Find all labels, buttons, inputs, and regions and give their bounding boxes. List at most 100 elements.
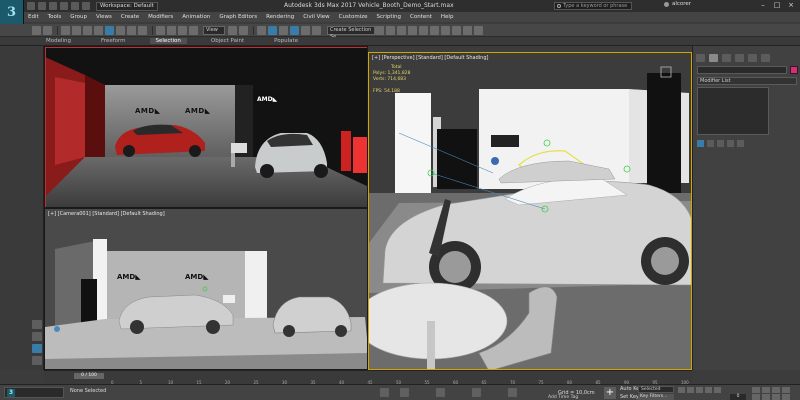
- reference-coordinate-dropdown[interactable]: View: [203, 25, 225, 35]
- next-frame-icon[interactable]: [705, 387, 712, 393]
- named-selection-set-dropdown[interactable]: Create Selection Se: [327, 25, 375, 40]
- render-setup-icon[interactable]: [452, 25, 461, 35]
- edit-named-selection-icon[interactable]: [312, 25, 321, 35]
- save-file-icon[interactable]: [49, 2, 57, 10]
- previous-frame-icon[interactable]: [687, 387, 694, 393]
- rendered-frame-window-icon[interactable]: [463, 25, 472, 35]
- viewport-camera[interactable]: [+] [Camera001] [Standard] [Default Shad…: [44, 208, 368, 370]
- menu-tools[interactable]: Tools: [48, 14, 62, 20]
- orbit-icon[interactable]: [772, 394, 780, 400]
- set-key-button[interactable]: Set Key: [620, 394, 639, 400]
- play-icon[interactable]: [696, 387, 703, 393]
- tab-object-paint[interactable]: Object Paint: [205, 38, 250, 44]
- go-to-start-icon[interactable]: [678, 387, 685, 393]
- search-input[interactable]: Type a keyword or phrase: [554, 2, 632, 10]
- viewport-layout-icon[interactable]: [32, 320, 42, 329]
- window-crossing-icon[interactable]: [138, 25, 147, 35]
- undo-tool-icon[interactable]: [32, 25, 41, 35]
- minimize-icon[interactable]: –: [756, 0, 770, 11]
- tab-modeling[interactable]: Modeling: [40, 38, 77, 44]
- menu-civil-view[interactable]: Civil View: [303, 14, 329, 20]
- scene-explorer-icon[interactable]: [408, 25, 417, 35]
- menu-views[interactable]: Views: [96, 14, 112, 20]
- project-folder-icon[interactable]: [82, 2, 90, 10]
- viewport-perspective[interactable]: [+] [Perspective] [Standard] [Default Sh…: [368, 52, 692, 370]
- zoom-icon[interactable]: [752, 387, 760, 393]
- object-name-field[interactable]: [697, 66, 787, 74]
- menu-edit[interactable]: Edit: [28, 14, 39, 20]
- unlink-icon[interactable]: [72, 25, 81, 35]
- viewport-layout-icon[interactable]: [32, 332, 42, 341]
- modifier-list-dropdown[interactable]: Modifier List: [697, 77, 797, 85]
- workspace-dropdown[interactable]: Workspace: Default: [96, 1, 158, 11]
- menu-animation[interactable]: Animation: [182, 14, 210, 20]
- utilities-tab-icon[interactable]: [761, 54, 770, 62]
- layer-explorer-icon[interactable]: [397, 25, 406, 35]
- menu-content[interactable]: Content: [410, 14, 432, 20]
- menu-rendering[interactable]: Rendering: [266, 14, 294, 20]
- lock-selection-icon[interactable]: [380, 388, 389, 397]
- move-icon[interactable]: [156, 25, 165, 35]
- select-object-icon[interactable]: [105, 25, 114, 35]
- menu-group[interactable]: Group: [70, 14, 87, 20]
- scale-icon[interactable]: [178, 25, 187, 35]
- zoom-extents-icon[interactable]: [772, 387, 780, 393]
- maximize-icon[interactable]: □: [770, 0, 784, 11]
- undo-icon[interactable]: [60, 2, 68, 10]
- spinner-snap-icon[interactable]: [301, 25, 310, 35]
- rectangular-selection-icon[interactable]: [127, 25, 136, 35]
- menu-customize[interactable]: Customize: [339, 14, 368, 20]
- field-of-view-icon[interactable]: [752, 394, 760, 400]
- select-by-name-icon[interactable]: [116, 25, 125, 35]
- go-to-end-icon[interactable]: [714, 387, 721, 393]
- y-coordinate-field[interactable]: [472, 388, 481, 397]
- add-layout-icon[interactable]: [32, 356, 42, 365]
- tab-freeform[interactable]: Freeform: [95, 38, 132, 44]
- motion-tab-icon[interactable]: [735, 54, 744, 62]
- rotate-icon[interactable]: [167, 25, 176, 35]
- redo-icon[interactable]: [71, 2, 79, 10]
- menu-scripting[interactable]: Scripting: [377, 14, 401, 20]
- select-manipulate-icon[interactable]: [239, 25, 248, 35]
- curve-editor-icon[interactable]: [419, 25, 428, 35]
- object-color-swatch[interactable]: [790, 66, 798, 74]
- bind-space-warp-icon[interactable]: [83, 25, 92, 35]
- modifier-stack[interactable]: [697, 87, 769, 135]
- set-key-icon[interactable]: +: [604, 387, 616, 399]
- menu-graph-editors[interactable]: Graph Editors: [219, 14, 257, 20]
- material-editor-icon[interactable]: [441, 25, 450, 35]
- show-end-result-icon[interactable]: [707, 140, 714, 147]
- angle-snap-icon[interactable]: [279, 25, 288, 35]
- hierarchy-tab-icon[interactable]: [722, 54, 731, 62]
- viewport-rendered[interactable]: AMD◣ AMD◣ AMD◣: [44, 46, 368, 208]
- align-icon[interactable]: [386, 25, 395, 35]
- pivot-center-icon[interactable]: [228, 25, 237, 35]
- menu-modifiers[interactable]: Modifiers: [148, 14, 173, 20]
- open-file-icon[interactable]: [38, 2, 46, 10]
- camera-viewport-label[interactable]: [+] [Camera001] [Standard] [Default Shad…: [48, 211, 165, 217]
- tab-populate[interactable]: Populate: [268, 38, 304, 44]
- render-production-icon[interactable]: [474, 25, 483, 35]
- percent-snap-icon[interactable]: [290, 25, 299, 35]
- add-time-tag[interactable]: Add Time Tag: [548, 395, 578, 400]
- mirror-icon[interactable]: [375, 25, 384, 35]
- tab-selection[interactable]: Selection: [149, 38, 187, 44]
- pan-icon[interactable]: [762, 394, 770, 400]
- remove-modifier-icon[interactable]: [727, 140, 734, 147]
- timeline[interactable]: 0 / 100 0 5 10 15 20 25 30 35 40 45 50 55 60 65 70 75 80…: [44, 370, 692, 385]
- configure-sets-icon[interactable]: [737, 140, 744, 147]
- keyboard-shortcut-icon[interactable]: [257, 25, 266, 35]
- z-coordinate-field[interactable]: [508, 388, 517, 397]
- zoom-all-icon[interactable]: [762, 387, 770, 393]
- redo-tool-icon[interactable]: [43, 25, 52, 35]
- make-unique-icon[interactable]: [717, 140, 724, 147]
- absolute-mode-icon[interactable]: [400, 388, 409, 397]
- key-filters-button[interactable]: Key Filters...: [638, 394, 674, 400]
- menu-create[interactable]: Create: [121, 14, 139, 20]
- app-logo[interactable]: 3: [0, 0, 24, 24]
- perspective-viewport-label[interactable]: [+] [Perspective] [Standard] [Default Sh…: [372, 55, 488, 61]
- link-icon[interactable]: [61, 25, 70, 35]
- menu-help[interactable]: Help: [441, 14, 454, 20]
- placement-icon[interactable]: [189, 25, 198, 35]
- maximize-viewport-icon[interactable]: [782, 394, 790, 400]
